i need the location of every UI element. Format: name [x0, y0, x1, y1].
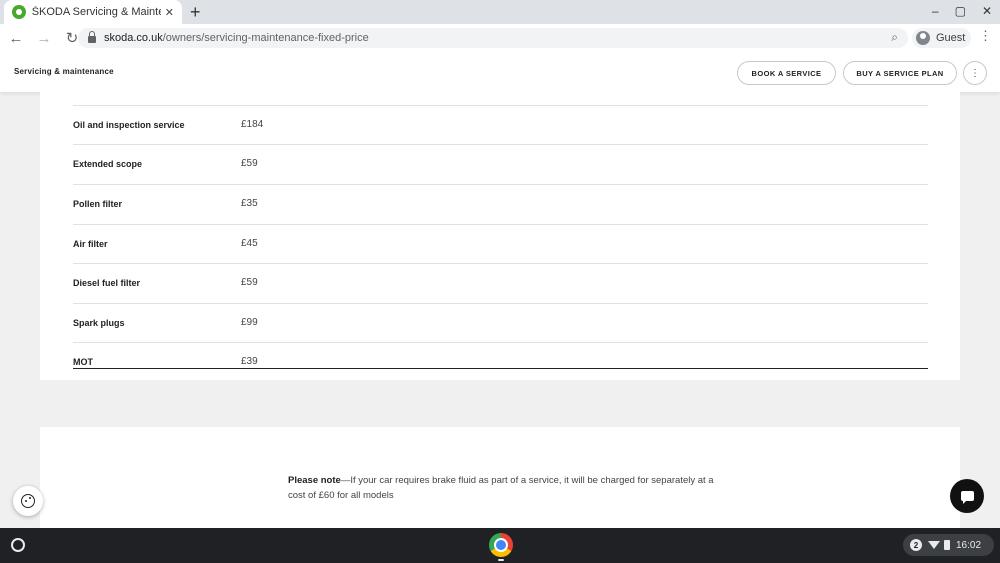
maximize-icon[interactable]: ▢	[955, 4, 966, 18]
url-host: skoda.co.uk	[104, 32, 163, 44]
clock: 16:02	[956, 539, 982, 551]
chat-icon	[960, 491, 974, 504]
browser-toolbar: ← → ↻ skoda.co.uk/owners/servicing-maint…	[0, 24, 1000, 52]
window-controls: – ▢ ✕	[932, 4, 992, 18]
row-price: £59	[241, 277, 258, 288]
tab-skoda-servicing[interactable]: ŠKODA Servicing & Maintenance ✕	[4, 0, 182, 24]
lock-icon	[88, 31, 96, 43]
tab-title: ŠKODA Servicing & Maintenance	[31, 6, 161, 18]
row-price: £59	[241, 158, 258, 169]
note-heading: Please note	[288, 475, 341, 486]
site-header: Servicing & maintenance BOOK A SERVICE B…	[0, 52, 1000, 92]
profile-label: Guest	[936, 32, 966, 44]
buy-service-plan-button[interactable]: BUY A SERVICE PLAN	[843, 61, 957, 85]
running-indicator	[498, 559, 504, 561]
notification-count: 2	[910, 539, 922, 551]
row-label: Pollen filter	[73, 199, 123, 209]
row-price: £39	[241, 356, 258, 367]
table-row: Extended scope £59	[73, 144, 928, 184]
new-tab-button[interactable]: +	[190, 2, 201, 22]
book-service-button[interactable]: BOOK A SERVICE	[737, 61, 836, 85]
row-label: Diesel fuel filter	[73, 278, 141, 288]
minimize-icon[interactable]: –	[932, 4, 939, 18]
forward-arrow-icon[interactable]: →	[32, 30, 56, 47]
os-shelf: 2 16:02	[0, 528, 1000, 563]
row-label: Spark plugs	[73, 318, 125, 328]
price-table-card: Oil and inspection service £184 Extended…	[40, 92, 960, 380]
note-card: Please note—If your car requires brake f…	[40, 427, 960, 537]
url-path: /owners/servicing-maintenance-fixed-pric…	[162, 32, 369, 44]
cookie-settings-button[interactable]	[13, 486, 43, 516]
row-price: £45	[241, 238, 258, 249]
row-price: £184	[241, 119, 264, 130]
more-vert-icon[interactable]: ⋮	[979, 28, 992, 44]
search-icon[interactable]: ⌕	[891, 30, 898, 45]
chrome-icon[interactable]	[489, 533, 513, 557]
table-row: Oil and inspection service £184	[73, 105, 928, 145]
row-label: Oil and inspection service	[73, 120, 185, 130]
guest-avatar-icon	[916, 31, 930, 45]
page-title: Servicing & maintenance	[14, 67, 114, 76]
table-bottom-divider	[73, 368, 928, 369]
table-row: Spark plugs £99	[73, 303, 928, 343]
tab-strip: ŠKODA Servicing & Maintenance ✕ + – ▢ ✕	[0, 0, 1000, 24]
wifi-icon	[928, 541, 940, 549]
status-tray[interactable]: 2 16:02	[903, 534, 994, 556]
back-arrow-icon[interactable]: ←	[4, 30, 28, 47]
skoda-favicon	[12, 5, 26, 19]
table-row: Diesel fuel filter £59	[73, 263, 928, 303]
chat-button[interactable]	[950, 479, 984, 513]
row-label: Air filter	[73, 239, 108, 249]
close-tab-icon[interactable]: ✕	[165, 6, 174, 19]
address-bar[interactable]: skoda.co.uk/owners/servicing-maintenance…	[78, 28, 908, 48]
row-label: MOT	[73, 357, 93, 367]
table-row: Air filter £45	[73, 224, 928, 264]
row-price: £99	[241, 317, 258, 328]
brake-fluid-note: Please note—If your car requires brake f…	[288, 473, 728, 503]
site-menu-icon[interactable]: ⋮	[963, 61, 987, 85]
row-price: £35	[241, 198, 258, 209]
table-row: MOT £39	[73, 342, 928, 368]
note-text: —If your car requires brake fluid as par…	[288, 475, 714, 501]
table-row: Pollen filter £35	[73, 184, 928, 224]
profile-button[interactable]: Guest	[912, 28, 972, 48]
row-label: Extended scope	[73, 159, 143, 169]
battery-icon	[944, 540, 950, 550]
cookie-icon	[21, 494, 35, 508]
launcher-icon[interactable]	[11, 538, 25, 552]
close-window-icon[interactable]: ✕	[982, 4, 992, 18]
